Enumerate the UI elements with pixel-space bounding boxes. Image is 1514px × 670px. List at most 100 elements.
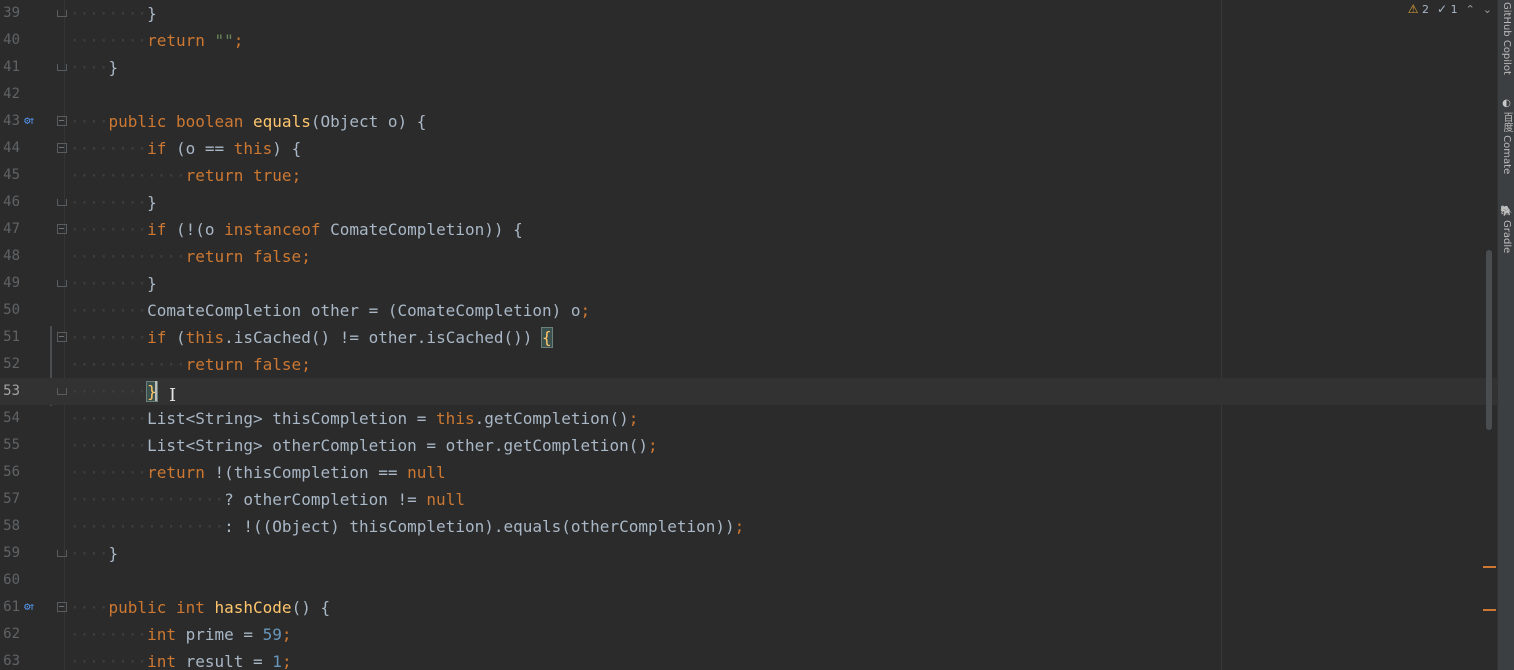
fold-close-icon[interactable] (57, 278, 67, 288)
code-text[interactable]: ················? otherCompletion != nul… (70, 486, 465, 513)
code-text[interactable]: ····} (70, 54, 118, 81)
code-line[interactable]: 43 ⚙↑ ····public boolean equals(Object o) … (0, 108, 1497, 135)
line-number[interactable]: 42 (0, 81, 20, 108)
line-number[interactable]: 41 (0, 54, 20, 81)
code-line[interactable]: 53 ········} (0, 378, 1497, 405)
line-number[interactable]: 53 (0, 378, 20, 405)
line-number[interactable]: 51 (0, 324, 20, 351)
line-number[interactable]: 39 (0, 0, 20, 27)
code-line[interactable]: 50 ········ComateCompletion other = (Coma… (0, 297, 1497, 324)
line-number[interactable]: 45 (0, 162, 20, 189)
code-text[interactable]: ········if (!(o instanceof ComateComplet… (70, 216, 523, 243)
code-line[interactable]: 57 ················? otherCompletion != n… (0, 486, 1497, 513)
code-line[interactable]: 51 ········if (this.isCached() != other.i… (0, 324, 1497, 351)
error-stripe-marker[interactable] (1483, 609, 1496, 611)
fold-open-icon[interactable] (57, 602, 67, 612)
code-text[interactable]: ············return true; (70, 162, 301, 189)
error-stripe-marker[interactable] (1483, 566, 1496, 568)
line-number[interactable]: 54 (0, 405, 20, 432)
code-line[interactable]: 52 ············return false; (0, 351, 1497, 378)
code-text[interactable]: ········} (70, 189, 157, 216)
code-text[interactable]: ········} (70, 378, 158, 405)
code-line[interactable]: 48 ············return false; (0, 243, 1497, 270)
code-text[interactable]: ········int prime = 59; (70, 621, 292, 648)
fold-open-icon[interactable] (57, 143, 67, 153)
previous-problem-icon[interactable]: ⌃ (1466, 3, 1475, 16)
line-number[interactable]: 52 (0, 351, 20, 378)
code-text[interactable]: ········return ""; (70, 27, 243, 54)
line-number[interactable]: 57 (0, 486, 20, 513)
code-line[interactable]: 42 (0, 81, 1497, 108)
tool-window-gradle[interactable]: 🐘 Gradle (1498, 206, 1514, 253)
code-text[interactable]: ····public int hashCode() { (70, 594, 330, 621)
tool-window-label: 百度 Comate (1501, 112, 1512, 175)
tool-window-comate[interactable]: ◐ 百度 Comate (1498, 98, 1514, 174)
vertical-scrollbar[interactable] (1483, 0, 1497, 670)
line-number[interactable]: 60 (0, 567, 20, 594)
code-text[interactable]: ········if (this.isCached() != other.isC… (70, 324, 553, 351)
code-line[interactable]: 41 ····} (0, 54, 1497, 81)
code-line[interactable]: 47 ········if (!(o instanceof ComateCompl… (0, 216, 1497, 243)
fold-close-icon[interactable] (57, 62, 67, 72)
line-number[interactable]: 40 (0, 27, 20, 54)
code-line[interactable]: 60 (0, 567, 1497, 594)
code-text[interactable]: ········} (70, 0, 157, 27)
scrollbar-thumb[interactable] (1486, 250, 1492, 430)
code-line[interactable]: 44 ········if (o == this) { (0, 135, 1497, 162)
code-line[interactable]: 45 ············return true; (0, 162, 1497, 189)
code-line[interactable]: 58 ················: !((Object) thisCompl… (0, 513, 1497, 540)
code-line[interactable]: 39 ········} (0, 0, 1497, 27)
code-text[interactable]: ········return !(thisCompletion == null (70, 459, 446, 486)
fold-close-icon[interactable] (57, 386, 67, 396)
override-method-icon[interactable]: ⚙↑ (24, 599, 35, 615)
code-text[interactable]: ····} (70, 540, 118, 567)
code-line[interactable]: 46 ········} (0, 189, 1497, 216)
code-line[interactable]: 59 ····} (0, 540, 1497, 567)
code-line[interactable]: 63 ········int result = 1; (0, 648, 1497, 670)
line-number[interactable]: 62 (0, 621, 20, 648)
weak-warning-indicator[interactable]: ✓ 1 (1437, 2, 1458, 16)
tool-window-github-copilot[interactable]: GitHub Copilot (1498, 2, 1514, 75)
inspection-widget[interactable]: ⚠ 2 ✓ 1 ⌃ ⌄ (1408, 0, 1492, 18)
line-number[interactable]: 56 (0, 459, 20, 486)
code-text[interactable]: ············return false; (70, 243, 311, 270)
code-token: instanceof (224, 220, 331, 239)
line-number[interactable]: 43 (0, 108, 20, 135)
code-text[interactable]: ················: !((Object) thisComplet… (70, 513, 744, 540)
fold-open-icon[interactable] (57, 332, 67, 342)
fold-close-icon[interactable] (57, 548, 67, 558)
line-number[interactable]: 46 (0, 189, 20, 216)
code-text[interactable]: ········int result = 1; (70, 648, 292, 670)
code-text[interactable]: ········} (70, 270, 157, 297)
line-number[interactable]: 58 (0, 513, 20, 540)
code-text[interactable]: ········if (o == this) { (70, 135, 301, 162)
code-line[interactable]: 55 ········List<String> otherCompletion =… (0, 432, 1497, 459)
line-number[interactable]: 55 (0, 432, 20, 459)
fold-open-icon[interactable] (57, 224, 67, 234)
override-method-icon[interactable]: ⚙↑ (24, 113, 35, 129)
code-text[interactable]: ····public boolean equals(Object o) { (70, 108, 426, 135)
line-number[interactable]: 61 (0, 594, 20, 621)
code-line[interactable]: 62 ········int prime = 59; (0, 621, 1497, 648)
line-number[interactable]: 63 (0, 648, 20, 670)
warning-indicator[interactable]: ⚠ 2 (1408, 2, 1429, 16)
code-line[interactable]: 61 ⚙↑ ····public int hashCode() { (0, 594, 1497, 621)
line-number[interactable]: 50 (0, 297, 20, 324)
code-text[interactable]: ········List<String> otherCompletion = o… (70, 432, 658, 459)
line-number[interactable]: 44 (0, 135, 20, 162)
fold-close-icon[interactable] (57, 8, 67, 18)
line-number[interactable]: 47 (0, 216, 20, 243)
code-text[interactable]: ········List<String> thisCompletion = th… (70, 405, 638, 432)
code-text[interactable]: ········ComateCompletion other = (Comate… (70, 297, 590, 324)
code-line[interactable]: 40 ········return ""; (0, 27, 1497, 54)
code-text[interactable]: ············return false; (70, 351, 311, 378)
fold-close-icon[interactable] (57, 197, 67, 207)
code-line[interactable]: 49 ········} (0, 270, 1497, 297)
fold-open-icon[interactable] (57, 116, 67, 126)
line-number[interactable]: 49 (0, 270, 20, 297)
line-number[interactable]: 59 (0, 540, 20, 567)
code-editor[interactable]: 39 ········} 40 ········return ""; 41 ····} 42… (0, 0, 1497, 670)
code-line[interactable]: 56 ········return !(thisCompletion == nul… (0, 459, 1497, 486)
line-number[interactable]: 48 (0, 243, 20, 270)
code-line[interactable]: 54 ········List<String> thisCompletion = … (0, 405, 1497, 432)
